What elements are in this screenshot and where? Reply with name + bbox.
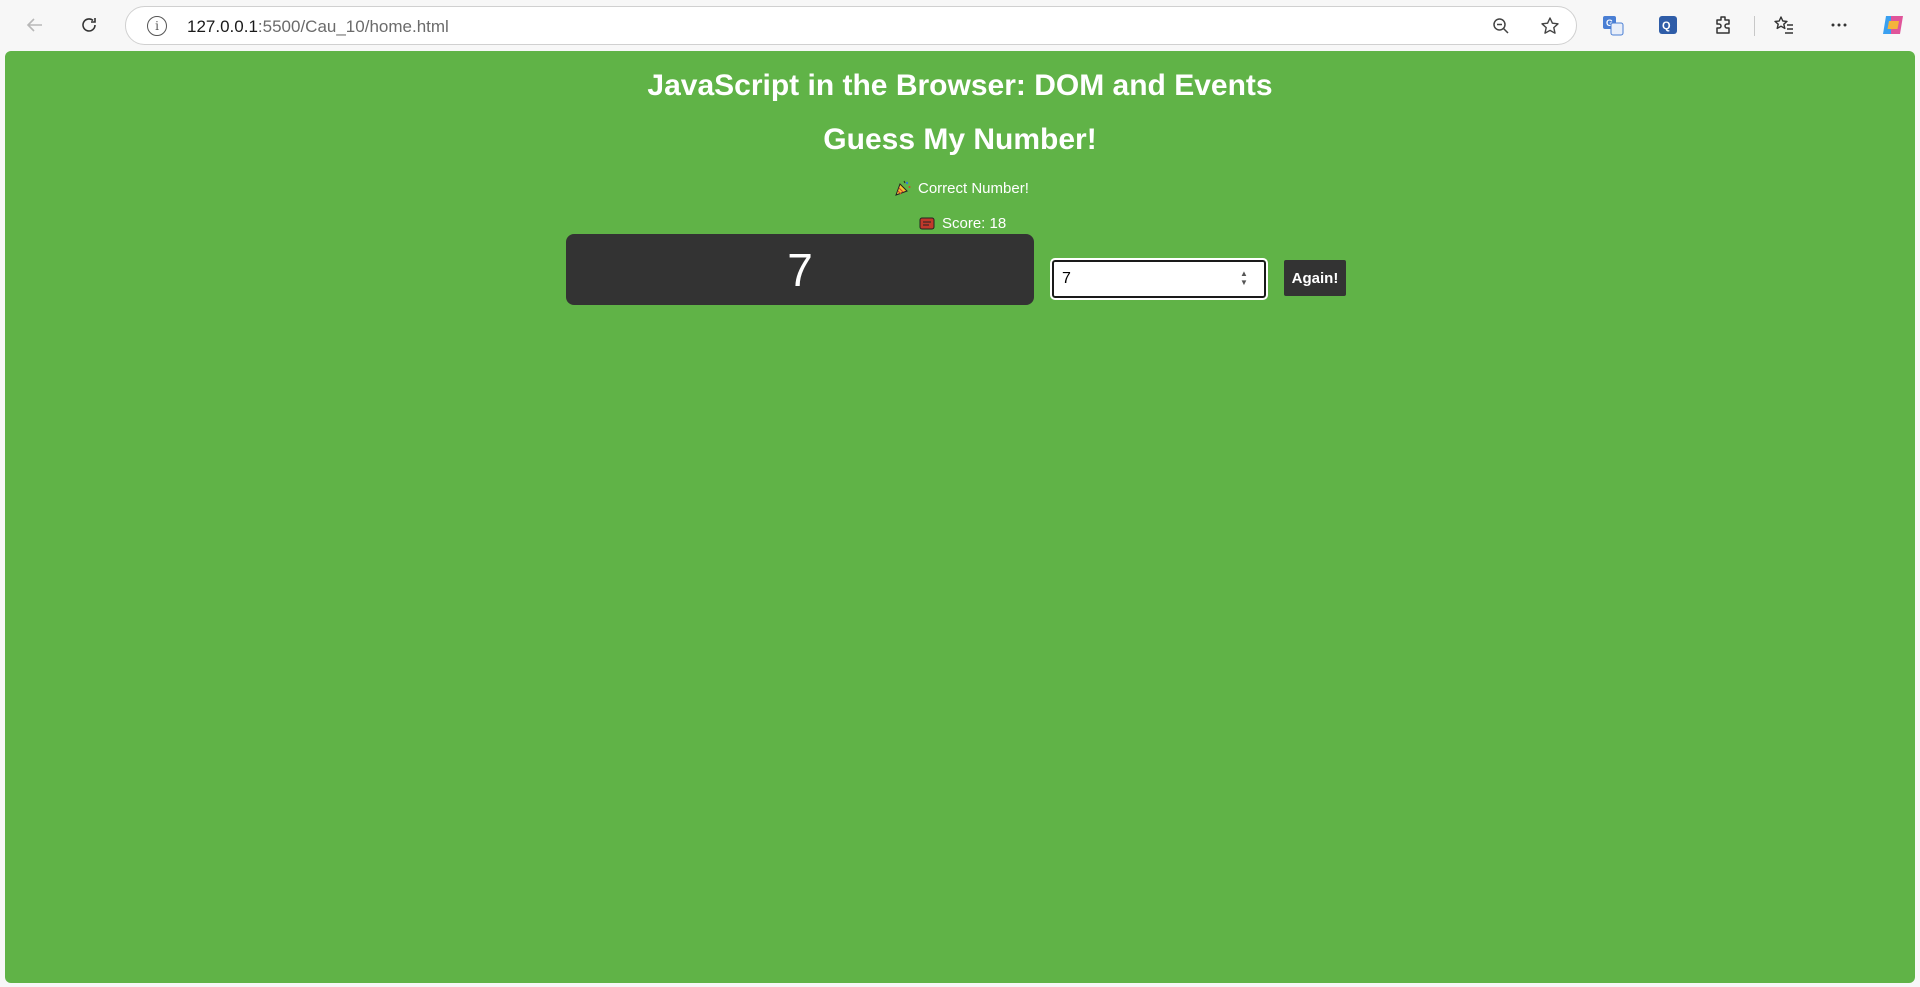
favorite-star-icon[interactable]	[1538, 14, 1562, 38]
score-text: Score: 18	[942, 214, 1007, 232]
toolbar-separator	[1754, 16, 1755, 36]
status-message-text: Correct Number!	[918, 179, 1029, 197]
score-display: Score: 18	[918, 214, 1006, 232]
party-popper-icon	[894, 179, 912, 197]
secret-number-display: 7	[566, 234, 1034, 305]
zoom-out-icon[interactable]	[1489, 14, 1513, 38]
more-menu-icon[interactable]	[1825, 11, 1853, 39]
again-button[interactable]: Again!	[1284, 260, 1346, 296]
site-info-icon[interactable]: i	[147, 16, 167, 36]
favorites-icon[interactable]	[1770, 11, 1798, 39]
guess-input[interactable]	[1050, 258, 1268, 300]
status-message: Correct Number!	[894, 179, 1029, 197]
address-bar[interactable]: i 127.0.0.1:5500/Cau_10/home.html	[125, 6, 1577, 45]
svg-text:Q: Q	[1662, 20, 1671, 32]
page-content: JavaScript in the Browser: DOM and Event…	[5, 51, 1915, 983]
back-icon[interactable]	[19, 9, 51, 41]
url-text[interactable]: 127.0.0.1:5500/Cau_10/home.html	[187, 17, 449, 37]
copilot-icon[interactable]	[1879, 11, 1907, 39]
outlook-extension-icon[interactable]: Q	[1654, 11, 1682, 39]
game-title: Guess My Number!	[823, 123, 1097, 156]
browser-toolbar: i 127.0.0.1:5500/Cau_10/home.html G Q	[0, 0, 1920, 50]
score-icon	[918, 214, 936, 232]
page-title: JavaScript in the Browser: DOM and Event…	[647, 69, 1273, 102]
extensions-puzzle-icon[interactable]	[1710, 11, 1738, 39]
refresh-icon[interactable]	[73, 9, 105, 41]
translate-icon[interactable]: G	[1599, 11, 1627, 39]
